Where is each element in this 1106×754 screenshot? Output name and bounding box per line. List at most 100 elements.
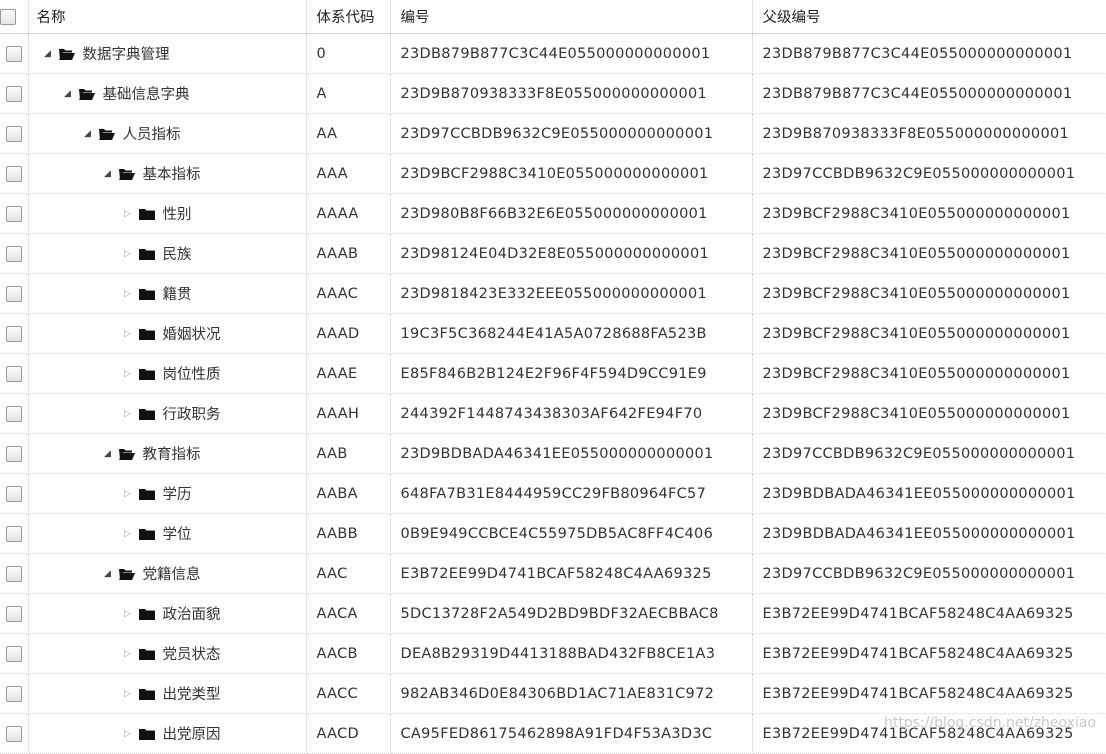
expand-arrow-icon[interactable]: ▷ [121,649,135,659]
checkbox-box[interactable] [5,165,22,182]
tree-node[interactable]: ◢ 基础信息字典 [29,74,189,113]
tree-node[interactable]: ◢ 教育指标 [29,434,200,473]
column-header-parent-number[interactable]: 父级编号 [752,0,1106,34]
row-checkbox[interactable] [0,513,29,554]
table-row[interactable]: ▷ 出党类型 AACC 982AB346D0E84306BD1AC71AE831C97… [0,673,1106,714]
checkbox-box[interactable] [5,45,22,62]
collapse-arrow-icon[interactable]: ◢ [101,569,115,579]
row-checkbox[interactable] [0,153,29,194]
checkbox-box[interactable] [5,405,22,422]
checkbox-box[interactable] [5,285,22,302]
checkbox-box[interactable] [5,485,22,502]
table-row[interactable]: ▷ 学历 AABA 648FA7B31E8444959CC29FB80964FC57 2… [0,473,1106,514]
tree-node[interactable]: ◢ 数据字典管理 [29,34,169,73]
table-row[interactable]: ◢ 数据字典管理 0 23DB879B877C3C44E055000000000001… [0,33,1106,74]
row-checkbox[interactable] [0,73,29,114]
tree-node[interactable]: ▷ 党员状态 [29,634,220,673]
expand-arrow-icon[interactable]: ▷ [121,209,135,219]
checkbox-box[interactable] [5,605,22,622]
tree-node[interactable]: ▷ 性别 [29,194,191,233]
table-row[interactable]: ▷ 政治面貌 AACA 5DC13728F2A549D2BD9BDF32AECBBAC… [0,593,1106,634]
expand-arrow-icon[interactable]: ▷ [121,249,135,259]
cell-name[interactable]: ◢ 基本指标 [28,153,307,194]
checkbox-box[interactable] [5,565,22,582]
tree-node[interactable]: ▷ 籍贯 [29,274,191,313]
expand-arrow-icon[interactable]: ▷ [121,409,135,419]
table-row[interactable]: ◢ 基础信息字典 A 23D9B870938333F8E055000000000001… [0,73,1106,114]
cell-name[interactable]: ▷ 党员状态 [28,633,307,674]
row-checkbox[interactable] [0,713,29,754]
cell-name[interactable]: ▷ 出党类型 [28,673,307,714]
cell-name[interactable]: ▷ 岗位性质 [28,353,307,394]
collapse-arrow-icon[interactable]: ◢ [41,49,55,59]
expand-arrow-icon[interactable]: ▷ [121,329,135,339]
row-checkbox[interactable] [0,553,29,594]
row-checkbox[interactable] [0,593,29,634]
cell-name[interactable]: ▷ 民族 [28,233,307,274]
checkbox-box[interactable] [5,325,22,342]
expand-arrow-icon[interactable]: ▷ [121,369,135,379]
table-row[interactable]: ▷ 性别 AAAA 23D980B8F66B32E6E055000000000001 2… [0,193,1106,234]
table-row[interactable]: ▷ 婚姻状况 AAAD 19C3F5C368244E41A5A0728688FA523… [0,313,1106,354]
checkbox-box[interactable] [5,205,22,222]
checkbox-box[interactable] [0,8,16,25]
table-row[interactable]: ◢ 基本指标 AAA 23D9BCF2988C3410E055000000000001… [0,153,1106,194]
row-checkbox[interactable] [0,193,29,234]
expand-arrow-icon[interactable]: ▷ [121,289,135,299]
select-all-checkbox[interactable] [0,0,29,34]
expand-arrow-icon[interactable]: ▷ [121,529,135,539]
table-row[interactable]: ▷ 学位 AABB 0B9E949CCBCE4C55975DB5AC8FF4C406 2… [0,513,1106,554]
tree-node[interactable]: ◢ 人员指标 [29,114,180,153]
row-checkbox[interactable] [0,113,29,154]
cell-name[interactable]: ▷ 出党原因 [28,713,307,754]
cell-name[interactable]: ▷ 婚姻状况 [28,313,307,354]
tree-node[interactable]: ▷ 学历 [29,474,191,513]
row-checkbox[interactable] [0,433,29,474]
checkbox-box[interactable] [5,445,22,462]
expand-arrow-icon[interactable]: ▷ [121,729,135,739]
checkbox-box[interactable] [5,725,22,742]
checkbox-box[interactable] [5,85,22,102]
table-row[interactable]: ◢ 教育指标 AAB 23D9BDBADA46341EE055000000000001… [0,433,1106,474]
table-row[interactable]: ▷ 行政职务 AAAH 244392F1448743438303AF642FE94F7… [0,393,1106,434]
tree-node[interactable]: ◢ 党籍信息 [29,554,200,593]
cell-name[interactable]: ◢ 教育指标 [28,433,307,474]
table-row[interactable]: ▷ 岗位性质 AAAE E85F846B2B124E2F96F4F594D9CC91E… [0,353,1106,394]
table-row[interactable]: ▷ 党员状态 AACB DEA8B29319D4413188BAD432FB8CE1A… [0,633,1106,674]
cell-name[interactable]: ▷ 政治面貌 [28,593,307,634]
collapse-arrow-icon[interactable]: ◢ [81,129,95,139]
row-checkbox[interactable] [0,33,29,74]
tree-node[interactable]: ▷ 出党原因 [29,714,220,753]
column-header-name[interactable]: 名称 [28,0,307,34]
cell-name[interactable]: ▷ 学历 [28,473,307,514]
tree-node[interactable]: ▷ 婚姻状况 [29,314,220,353]
tree-node[interactable]: ▷ 民族 [29,234,191,273]
row-checkbox[interactable] [0,353,29,394]
cell-name[interactable]: ◢ 数据字典管理 [28,33,307,74]
row-checkbox[interactable] [0,273,29,314]
row-checkbox[interactable] [0,633,29,674]
checkbox-box[interactable] [5,125,22,142]
tree-node[interactable]: ▷ 行政职务 [29,394,220,433]
tree-node[interactable]: ◢ 基本指标 [29,154,200,193]
checkbox-box[interactable] [5,365,22,382]
table-row[interactable]: ◢ 人员指标 AA 23D97CCBDB9632C9E055000000000001 2… [0,113,1106,154]
expand-arrow-icon[interactable]: ▷ [121,489,135,499]
cell-name[interactable]: ▷ 性别 [28,193,307,234]
tree-node[interactable]: ▷ 政治面貌 [29,594,220,633]
table-row[interactable]: ▷ 籍贯 AAAC 23D9818423E332EEE055000000000001 2… [0,273,1106,314]
collapse-arrow-icon[interactable]: ◢ [61,89,75,99]
tree-node[interactable]: ▷ 出党类型 [29,674,220,713]
checkbox-box[interactable] [5,245,22,262]
checkbox-box[interactable] [5,685,22,702]
checkbox-box[interactable] [5,525,22,542]
column-header-code[interactable]: 体系代码 [306,0,391,34]
checkbox-box[interactable] [5,645,22,662]
cell-name[interactable]: ◢ 基础信息字典 [28,73,307,114]
cell-name[interactable]: ▷ 学位 [28,513,307,554]
row-checkbox[interactable] [0,313,29,354]
collapse-arrow-icon[interactable]: ◢ [101,169,115,179]
cell-name[interactable]: ▷ 行政职务 [28,393,307,434]
collapse-arrow-icon[interactable]: ◢ [101,449,115,459]
cell-name[interactable]: ▷ 籍贯 [28,273,307,314]
